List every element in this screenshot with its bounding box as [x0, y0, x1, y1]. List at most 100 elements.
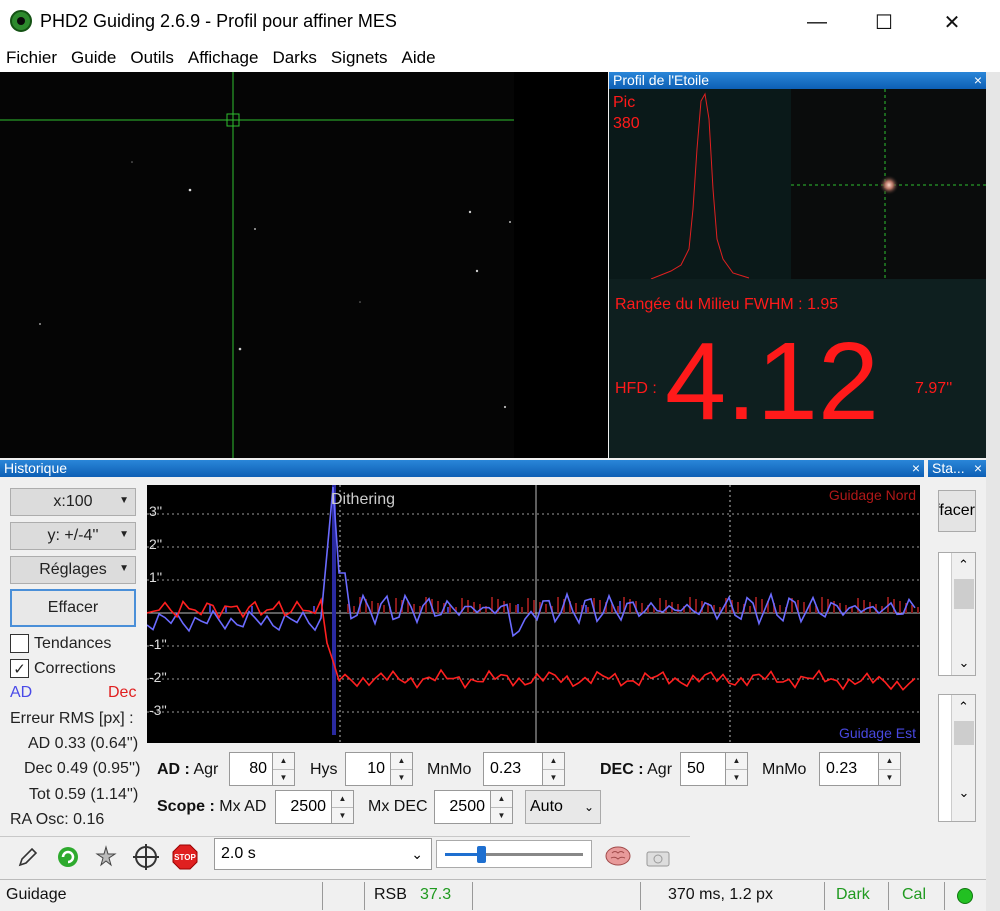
maximize-button[interactable]: ☐: [850, 0, 918, 44]
x-scale-value: x:100: [53, 493, 93, 510]
checkmark-icon[interactable]: ✓: [10, 659, 29, 678]
ra-hys-spinner[interactable]: 10 ▲ ▼: [345, 752, 413, 786]
spin-up-icon[interactable]: ▲: [332, 791, 353, 808]
history-close-icon[interactable]: ×: [912, 460, 920, 477]
x-scale-dropdown[interactable]: x:100 ▼: [10, 488, 136, 516]
scroll-down-icon[interactable]: ⌄: [952, 785, 976, 801]
crosshair-icon[interactable]: [132, 843, 160, 871]
menu-fichier[interactable]: Fichier: [6, 48, 57, 68]
star-icon[interactable]: [92, 843, 120, 871]
mx-ad-value[interactable]: 2500: [275, 790, 332, 824]
chevron-down-icon: ▼: [119, 563, 129, 574]
menu-affichage[interactable]: Affichage: [188, 48, 259, 68]
loop-icon[interactable]: [54, 843, 82, 871]
svg-text:STOP: STOP: [174, 853, 196, 862]
slider-thumb[interactable]: [477, 846, 486, 863]
scroll-up-icon[interactable]: ⌃: [952, 695, 975, 715]
peak-value: 380: [613, 115, 640, 132]
menu-signets[interactable]: Signets: [331, 48, 388, 68]
profile-graph: Pic 380: [609, 89, 791, 280]
spin-down-icon[interactable]: ▼: [491, 808, 512, 824]
spin-up-icon[interactable]: ▲: [491, 791, 512, 808]
y-tick: -1'': [149, 636, 167, 652]
menu-guide[interactable]: Guide: [71, 48, 116, 68]
mx-dec-spinner[interactable]: 2500 ▲ ▼: [434, 790, 513, 824]
trends-checkbox[interactable]: Tendances: [10, 634, 111, 653]
ra-agr-label: Agr: [193, 761, 219, 778]
scroll-down-icon[interactable]: ⌄: [952, 655, 976, 671]
spin-up-icon[interactable]: ▲: [726, 753, 747, 770]
stats-grid-2[interactable]: ⌃ ⌄: [938, 694, 976, 822]
clear-label: Effacer: [47, 599, 99, 616]
correction-bar: [911, 605, 913, 613]
spin-down-icon[interactable]: ▼: [879, 770, 900, 786]
correction-bar: [619, 601, 621, 613]
guide-north-label: Guidage Nord: [828, 487, 916, 503]
dec-guide-mode-select[interactable]: Auto ⌄: [525, 790, 601, 824]
stats-header: Sta... ×: [928, 460, 986, 477]
dec-agr-value[interactable]: 50: [680, 752, 726, 786]
camera-margin: [514, 72, 608, 458]
ra-mnmo-value[interactable]: 0.23: [483, 752, 543, 786]
scope-controls-label: Scope : Mx AD: [157, 798, 266, 816]
spin-down-icon[interactable]: ▼: [273, 770, 294, 786]
mx-dec-value[interactable]: 2500: [434, 790, 491, 824]
ra-mnmo-spinner[interactable]: 0.23 ▲ ▼: [483, 752, 565, 786]
stats-clear-button[interactable]: ffacer: [938, 490, 976, 532]
scrollbar-thumb[interactable]: [954, 721, 974, 745]
spin-down-icon[interactable]: ▼: [543, 770, 564, 786]
close-button[interactable]: ✕: [918, 0, 986, 44]
minimize-button[interactable]: —: [783, 0, 851, 44]
dec-mode-value: Auto: [530, 798, 563, 815]
pencil-icon[interactable]: [14, 843, 42, 871]
brain-icon[interactable]: [604, 843, 632, 871]
menu-aide[interactable]: Aide: [402, 48, 436, 68]
settings-dropdown[interactable]: Réglages ▼: [10, 556, 136, 584]
dec-mnmo-spinner[interactable]: 0.23 ▲ ▼: [819, 752, 901, 786]
chevron-down-icon: ⌄: [583, 800, 594, 814]
trends-check-box[interactable]: [10, 634, 29, 653]
camera-view[interactable]: [0, 72, 514, 458]
dec-agr-spinner[interactable]: 50 ▲ ▼: [680, 752, 748, 786]
rms-dec: Dec 0.49 (0.95''): [24, 760, 141, 777]
spin-up-icon[interactable]: ▲: [543, 753, 564, 770]
ra-hys-value[interactable]: 10: [345, 752, 391, 786]
dec-mnmo-value[interactable]: 0.23: [819, 752, 879, 786]
camera-icon[interactable]: [644, 843, 672, 871]
spin-up-icon[interactable]: ▲: [879, 753, 900, 770]
guide-history-graph[interactable]: Dithering Guidage Nord Guidage Est 3'' 2…: [146, 485, 920, 743]
corrections-checkbox[interactable]: ✓ Corrections: [10, 659, 116, 678]
menu-outils[interactable]: Outils: [130, 48, 173, 68]
exposure-select[interactable]: 2.0 s ⌄: [214, 838, 432, 870]
hfd-label: HFD :: [615, 380, 657, 397]
correction-bar: [509, 603, 511, 613]
title-bar: PHD2 Guiding 2.6.9 - Profil pour affiner…: [0, 0, 1000, 44]
y-scale-dropdown[interactable]: y: +/-4'' ▼: [10, 522, 136, 550]
ra-agr-spinner[interactable]: 80 ▲ ▼: [229, 752, 295, 786]
spin-down-icon[interactable]: ▼: [332, 808, 353, 824]
spin-up-icon[interactable]: ▲: [273, 753, 294, 770]
frame-timing: 370 ms, 1.2 px: [668, 886, 773, 903]
menu-darks[interactable]: Darks: [272, 48, 316, 68]
dark-indicator: Dark: [836, 886, 870, 903]
correction-bar: [821, 597, 823, 613]
scroll-up-icon[interactable]: ⌃: [952, 553, 975, 573]
spin-down-icon[interactable]: ▼: [391, 770, 412, 786]
dec-agr-label: Agr: [647, 761, 673, 778]
gamma-slider[interactable]: [436, 840, 592, 868]
correction-bar: [473, 602, 475, 613]
menu-bar: Fichier Guide Outils Affichage Darks Sig…: [0, 44, 1000, 72]
stats-close-icon[interactable]: ×: [974, 460, 982, 477]
scrollbar-thumb[interactable]: [954, 579, 974, 609]
correction-bar: [209, 605, 211, 613]
stop-icon[interactable]: STOP: [171, 843, 199, 871]
mx-ad-spinner[interactable]: 2500 ▲ ▼: [275, 790, 354, 824]
hfd-value: 4.12: [665, 320, 880, 443]
stats-grid-1[interactable]: ⌃ ⌄: [938, 552, 976, 676]
spin-up-icon[interactable]: ▲: [391, 753, 412, 770]
clear-history-button[interactable]: Effacer: [10, 589, 136, 627]
profile-close-icon[interactable]: ×: [974, 72, 982, 89]
correction-bar: [521, 607, 523, 613]
spin-down-icon[interactable]: ▼: [726, 770, 747, 786]
ra-agr-value[interactable]: 80: [229, 752, 273, 786]
